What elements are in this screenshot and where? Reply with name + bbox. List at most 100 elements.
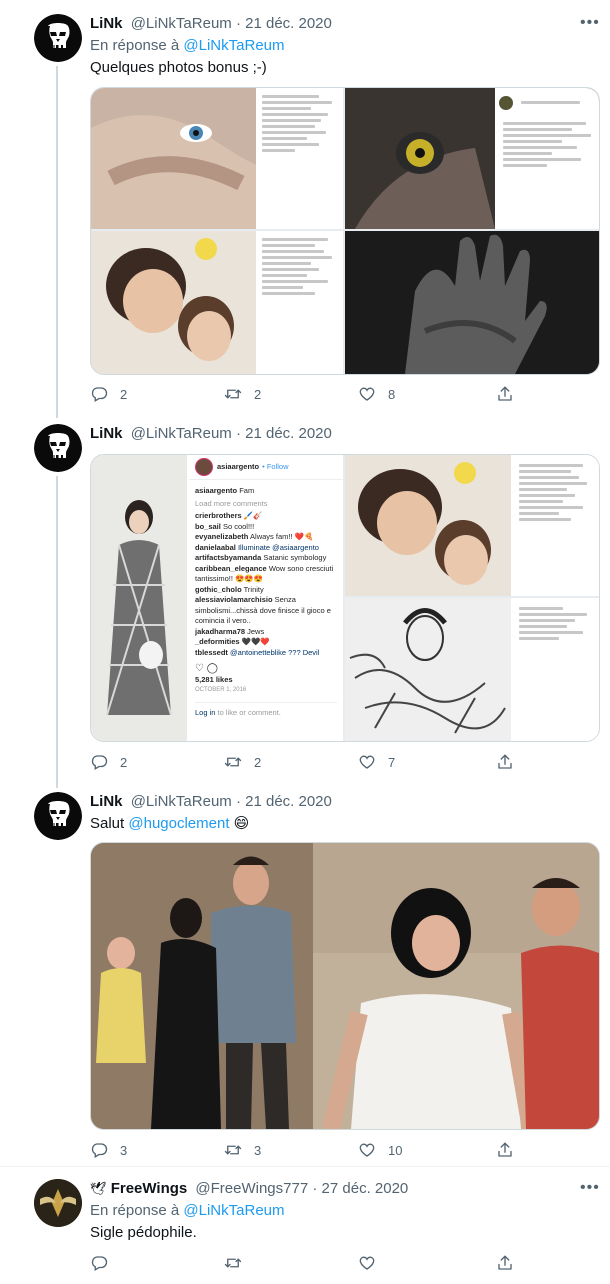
retweet-button[interactable]: 2 — [224, 752, 261, 772]
share-button[interactable] — [496, 1140, 514, 1160]
retweet-icon — [224, 385, 242, 403]
like-button[interactable]: 7 — [358, 752, 395, 772]
author-name[interactable]: LiNk — [90, 793, 123, 810]
photo-grid[interactable] — [90, 87, 600, 375]
punisher-skull-icon — [34, 792, 82, 840]
photo[interactable] — [90, 842, 600, 1130]
login-suffix: to like or comment. — [217, 707, 281, 717]
heart-icon — [358, 1141, 376, 1159]
comment-user: bo_sail — [195, 521, 221, 531]
instagram-comments-panel: asiaargento • Follow asiaargento Fam Loa… — [189, 455, 343, 741]
dot-separator: · — [235, 425, 246, 442]
comment-user: jakadharma78 — [195, 626, 246, 636]
dot-separator: · — [312, 1180, 322, 1197]
share-button[interactable] — [496, 752, 514, 772]
reply-context: En réponse à @LiNkTaReum — [90, 37, 285, 54]
tweet-1[interactable]: LiNk @LiNkTaReum · 21 déc. 2020 ••• En r… — [0, 0, 610, 418]
tweet-header: LiNk @LiNkTaReum · 21 déc. 2020 — [90, 14, 332, 34]
author-name[interactable]: LiNk — [90, 425, 123, 442]
reply-button[interactable] — [90, 1253, 108, 1273]
reply-mention-link[interactable]: @LiNkTaReum — [183, 37, 284, 54]
more-options-icon[interactable]: ••• — [580, 14, 600, 32]
retweet-button[interactable] — [224, 1253, 242, 1273]
tweet-header: LiNk @LiNkTaReum · 21 déc. 2020 — [90, 424, 332, 444]
photo-2[interactable] — [345, 88, 599, 229]
comment-user: _deformities — [195, 637, 240, 646]
comment-user: caribbean_elegance — [195, 563, 267, 573]
comment-user: evyanelizabeth — [195, 532, 249, 541]
tweet-2[interactable]: LiNk @LiNkTaReum · 21 déc. 2020 asiaarge… — [0, 418, 610, 788]
text-prefix: Salut — [90, 815, 125, 832]
like-count: 10 — [388, 1142, 403, 1158]
tweet-actions: 2 2 7 — [90, 752, 508, 772]
tweet-text: Salut @hugoclement 😄 — [90, 814, 249, 832]
instagram-likes: 5,281 likes — [195, 674, 233, 684]
reply-mention-link[interactable]: @LiNkTaReum — [183, 1202, 284, 1219]
comment-user: crierbrothers — [195, 511, 242, 520]
comment-text: @antoinetteblike ??? Devil — [230, 647, 320, 657]
retweet-icon — [224, 1254, 242, 1272]
comment-user: gothic_cholo — [195, 584, 242, 594]
share-icon — [496, 1141, 514, 1159]
author-handle[interactable]: @LiNkTaReum — [131, 15, 232, 32]
author-name[interactable]: FreeWings — [111, 1180, 188, 1197]
photo-4[interactable] — [345, 231, 599, 374]
like-button[interactable]: 8 — [358, 384, 395, 404]
like-count: 8 — [388, 386, 396, 402]
avatar[interactable] — [34, 424, 82, 472]
dot-separator: · — [235, 793, 246, 810]
author-handle[interactable]: @FreeWings777 — [195, 1180, 308, 1197]
reply-count: 2 — [120, 754, 128, 770]
photo-grid[interactable]: asiaargento • Follow asiaargento Fam Loa… — [90, 454, 600, 742]
load-more-comments: Load more comments — [195, 498, 268, 508]
comment-user: artifactsbyamanda — [195, 553, 262, 562]
mention-link[interactable]: @hugoclement — [128, 815, 229, 832]
like-button[interactable] — [358, 1253, 376, 1273]
avatar[interactable] — [34, 792, 82, 840]
tweet-4[interactable]: 🕊 FreeWings @FreeWings777 · 27 déc. 2020… — [0, 1167, 610, 1284]
reply-button[interactable]: 2 — [90, 384, 127, 404]
instagram-username: asiaargento — [217, 461, 260, 471]
tweet-date[interactable]: 27 déc. 2020 — [322, 1180, 409, 1197]
reply-button[interactable]: 3 — [90, 1140, 127, 1160]
author-name[interactable]: LiNk — [90, 15, 123, 32]
comment-user: alessiaviolamarchisio — [195, 595, 273, 604]
tweet-date[interactable]: 21 déc. 2020 — [245, 425, 332, 442]
tweet-actions: 2 2 8 — [90, 384, 508, 404]
heart-icon — [358, 753, 376, 771]
reply-button[interactable]: 2 — [90, 752, 127, 772]
avatar[interactable] — [34, 14, 82, 62]
punisher-skull-icon — [34, 424, 82, 472]
street-crowd-photo — [91, 843, 599, 1129]
heart-icon — [358, 385, 376, 403]
reply-icon — [90, 1254, 108, 1272]
retweet-button[interactable]: 2 — [224, 384, 261, 404]
reply-count: 3 — [120, 1142, 128, 1158]
photo-1[interactable]: asiaargento • Follow asiaargento Fam Loa… — [91, 455, 343, 741]
author-handle[interactable]: @LiNkTaReum — [131, 425, 232, 442]
tweet-date[interactable]: 21 déc. 2020 — [245, 15, 332, 32]
photo-3[interactable] — [91, 231, 343, 374]
photo-3[interactable] — [345, 598, 599, 741]
avatar[interactable] — [34, 1179, 82, 1227]
tweet-header: LiNk @LiNkTaReum · 21 déc. 2020 — [90, 792, 332, 812]
share-button[interactable] — [496, 384, 514, 404]
share-icon — [496, 1254, 514, 1272]
dark-hand-photo — [345, 231, 599, 374]
share-button[interactable] — [496, 1253, 514, 1273]
photo-2[interactable] — [345, 455, 599, 596]
like-button[interactable]: 10 — [358, 1140, 402, 1160]
more-options-icon[interactable]: ••• — [580, 1179, 600, 1197]
tweet-3[interactable]: LiNk @LiNkTaReum · 21 déc. 2020 Salut @h… — [0, 788, 610, 1163]
author-handle[interactable]: @LiNkTaReum — [131, 793, 232, 810]
woman-checkered-dress-photo — [91, 455, 187, 741]
reply-prefix: En réponse à — [90, 1202, 180, 1219]
caption-text: Fam — [239, 486, 255, 495]
tweet-date[interactable]: 21 déc. 2020 — [245, 793, 332, 810]
instagram-date: OCTOBER 1, 2016 — [195, 687, 247, 693]
like-count: 7 — [388, 754, 396, 770]
photo-1[interactable] — [91, 88, 343, 229]
retweet-button[interactable]: 3 — [224, 1140, 261, 1160]
grinning-emoji-icon: 😄 — [233, 815, 250, 832]
thread-line — [56, 66, 58, 418]
